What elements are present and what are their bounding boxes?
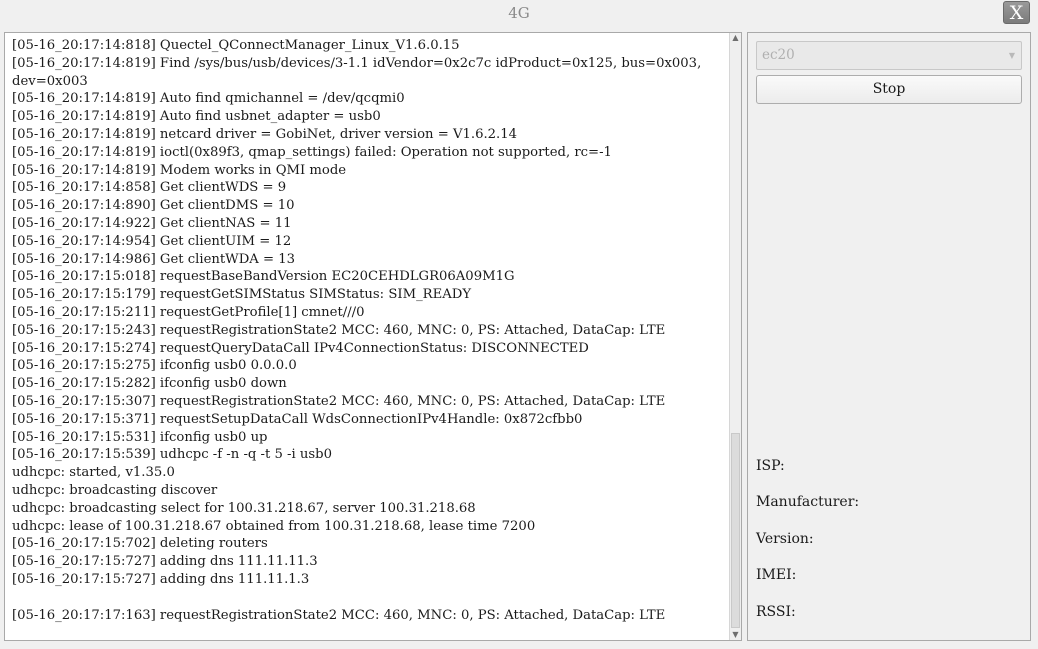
- log-line: [05-16_20:17:14:818] Quectel_QConnectMan…: [12, 38, 460, 53]
- version-label: Version:: [756, 531, 814, 547]
- log-line: [05-16_20:17:14:819] Auto find usbnet_ad…: [12, 109, 381, 125]
- log-line: [05-16_20:17:14:819] Find /sys/bus/usb/d…: [12, 55, 702, 71]
- isp-label: ISP:: [756, 458, 785, 474]
- log-panel: [05-16_20:17:14:818] Quectel_QConnectMan…: [4, 32, 742, 641]
- log-output: [05-16_20:17:14:818] Quectel_QConnectMan…: [12, 37, 732, 624]
- log-line: [05-16_20:17:15:179] requestGetSIMStatus…: [12, 287, 472, 303]
- close-button[interactable]: X: [1003, 1, 1030, 24]
- log-line: [05-16_20:17:15:702] deleting routers: [12, 536, 268, 552]
- log-scrollbar[interactable]: ▲ ▼: [729, 33, 741, 640]
- log-line: [05-16_20:17:15:211] requestGetProfile[1…: [12, 304, 365, 320]
- log-line: [05-16_20:17:15:727] adding dns 111.11.1…: [12, 554, 318, 570]
- log-line: udhcpc: broadcasting discover: [12, 482, 218, 498]
- log-line: [05-16_20:17:15:243] requestRegistration…: [12, 322, 666, 338]
- log-line: [05-16_20:17:14:858] Get clientWDS = 9: [12, 180, 287, 196]
- app-window: 4G X [05-16_20:17:14:818] Quectel_QConne…: [0, 0, 1038, 649]
- chevron-down-icon: ▼: [1008, 51, 1015, 60]
- log-line: [05-16_20:17:15:275] ifconfig usb0 0.0.0…: [12, 358, 297, 374]
- device-select[interactable]: ec20 ▼: [756, 41, 1022, 70]
- log-line: udhcpc: lease of 100.31.218.67 obtained …: [12, 518, 536, 534]
- log-line: [05-16_20:17:15:727] adding dns 111.11.1…: [12, 571, 310, 587]
- log-line: [05-16_20:17:15:307] requestRegistration…: [12, 393, 666, 409]
- stop-button[interactable]: Stop: [756, 75, 1022, 104]
- scroll-thumb[interactable]: [731, 433, 740, 628]
- log-line: [05-16_20:17:15:371] requestSetupDataCal…: [12, 411, 583, 427]
- scroll-down-icon[interactable]: ▼: [730, 630, 741, 640]
- log-line: [05-16_20:17:14:819] Auto find qmichanne…: [12, 91, 405, 107]
- manufacturer-label: Manufacturer:: [756, 494, 860, 510]
- log-line: udhcpc: broadcasting select for 100.31.2…: [12, 500, 476, 516]
- log-line: [05-16_20:17:15:274] requestQueryDataCal…: [12, 340, 589, 356]
- log-line: [05-16_20:17:14:890] Get clientDMS = 10: [12, 198, 295, 214]
- rssi-label: RSSI:: [756, 604, 796, 620]
- log-line: [05-16_20:17:15:282] ifconfig usb0 down: [12, 376, 287, 392]
- log-line: [05-16_20:17:17:163] requestRegistration…: [12, 607, 666, 623]
- imei-label: IMEI:: [756, 567, 797, 583]
- title-bar: 4G X: [0, 0, 1038, 28]
- log-line: [05-16_20:17:14:819] Modem works in QMI …: [12, 162, 347, 178]
- log-line: [05-16_20:17:14:954] Get clientUIM = 12: [12, 233, 292, 249]
- window-title: 4G: [508, 4, 530, 22]
- log-line: [05-16_20:17:14:922] Get clientNAS = 11: [12, 215, 292, 231]
- log-line: [05-16_20:17:15:018] requestBaseBandVers…: [12, 269, 515, 285]
- device-select-value: ec20: [762, 47, 795, 63]
- log-line: [05-16_20:17:14:819] netcard driver = Go…: [12, 126, 518, 142]
- log-line: udhcpc: started, v1.35.0: [12, 465, 175, 481]
- scroll-up-icon[interactable]: ▲: [730, 33, 741, 43]
- log-line: [05-16_20:17:14:819] ioctl(0x89f3, qmap_…: [12, 144, 612, 160]
- side-panel: ec20 ▼ Stop ISP: Manufacturer: Version: …: [747, 32, 1031, 641]
- log-line: [05-16_20:17:14:986] Get clientWDA = 13: [12, 251, 296, 267]
- log-line: dev=0x003: [12, 73, 88, 89]
- log-line: [05-16_20:17:15:531] ifconfig usb0 up: [12, 429, 268, 445]
- log-line: [05-16_20:17:15:539] udhcpc -f -n -q -t …: [12, 447, 333, 463]
